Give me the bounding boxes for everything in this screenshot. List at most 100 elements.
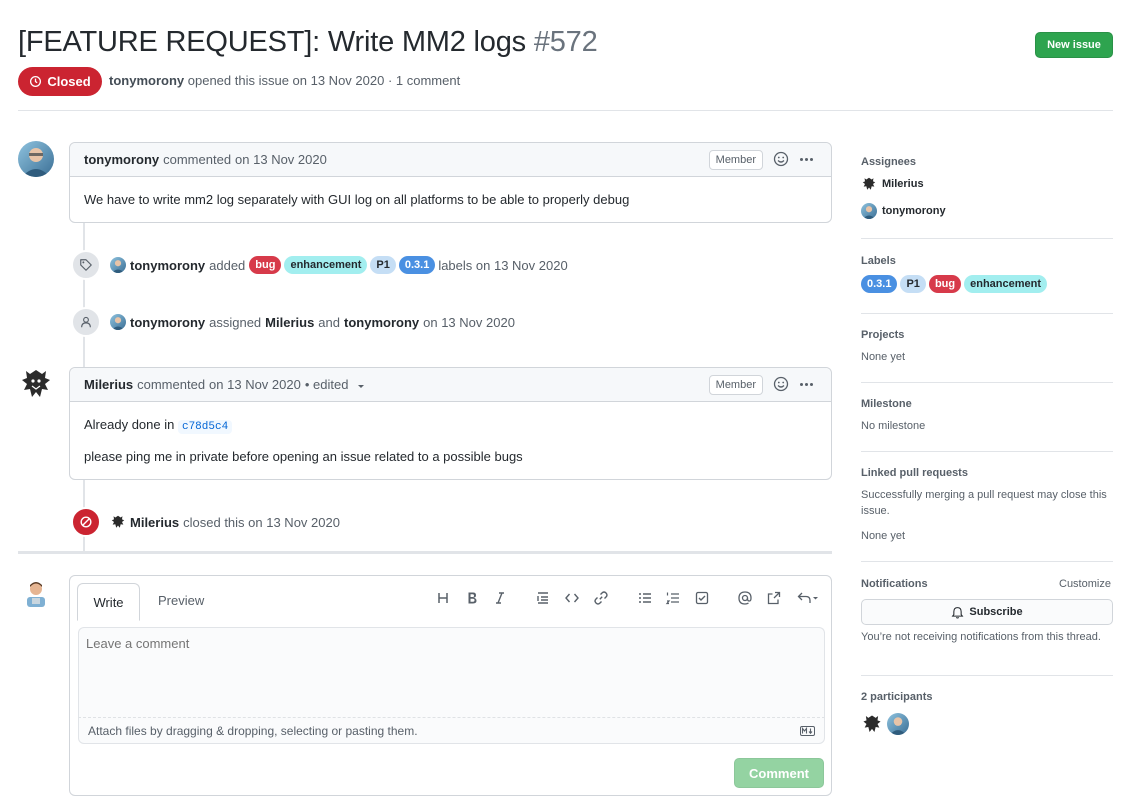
sidebar-milestone: Milestone No milestone — [861, 398, 1113, 434]
quote-icon[interactable] — [534, 589, 552, 607]
event-and: and — [318, 314, 340, 330]
assignee-item[interactable]: tonymorony — [861, 203, 1113, 219]
comment-header: Milerius commented on 13 Nov 2020 • edit… — [70, 368, 831, 402]
comment-date[interactable]: on 13 Nov 2020 — [235, 152, 327, 167]
closed-event-icon — [71, 507, 101, 537]
bold-icon[interactable] — [463, 589, 481, 607]
comment-editor: Write Preview Attach files by dragging &… — [69, 575, 832, 796]
participant-avatar-tonymorony[interactable] — [887, 713, 909, 735]
comment-author[interactable]: tonymorony — [84, 152, 159, 167]
avatar-milerius[interactable] — [18, 366, 54, 402]
attach-files-area[interactable]: Attach files by dragging & dropping, sel… — [78, 717, 825, 744]
label-bug[interactable]: bug — [249, 256, 282, 274]
comment-action: commented — [163, 152, 232, 167]
labels-heading[interactable]: Labels — [861, 255, 1113, 267]
bell-icon — [951, 606, 964, 619]
comment-text: We have to write mm2 log separately with… — [84, 192, 630, 207]
close-event: Milerius closed this on 13 Nov 2020 — [71, 507, 340, 537]
avatar-milerius-small — [861, 176, 877, 192]
label-enhancement[interactable]: enhancement — [284, 256, 368, 274]
link-icon[interactable] — [592, 589, 610, 607]
person-icon — [71, 307, 101, 337]
assignee-name: Milerius — [882, 178, 924, 190]
assign-event: tonymorony assigned Milerius and tonymor… — [71, 307, 515, 337]
projects-value: None yet — [861, 351, 906, 363]
comment-author[interactable]: Milerius — [84, 377, 133, 392]
label-0-3-1[interactable]: 0.3.1 — [861, 275, 898, 293]
tab-write[interactable]: Write — [77, 583, 140, 621]
labels-event: tonymorony added bug enhancement P1 0.3.1 l… — [71, 250, 568, 280]
cross-reference-icon[interactable] — [765, 589, 783, 607]
assigned-user-2[interactable]: tonymorony — [344, 315, 419, 330]
sidebar-divider — [861, 238, 1113, 239]
event-date[interactable]: on 13 Nov 2020 — [423, 315, 515, 330]
comment-line-2: please ping me in private before opening… — [84, 449, 523, 464]
submit-comment-button[interactable]: Comment — [734, 758, 824, 788]
projects-heading[interactable]: Projects — [861, 329, 1113, 341]
avatar-tonymorony-small[interactable] — [110, 314, 126, 330]
caret-down-icon — [358, 384, 365, 388]
label-enhancement[interactable]: enhancement — [964, 275, 1048, 293]
edited-dropdown[interactable]: • edited — [305, 377, 366, 392]
tag-icon — [71, 250, 101, 280]
event-labels: bug enhancement P1 0.3.1 — [249, 256, 438, 274]
issue-author-link[interactable]: tonymorony — [109, 73, 184, 88]
assignees-heading[interactable]: Assignees — [861, 156, 1113, 168]
sidebar-divider — [861, 313, 1113, 314]
more-options-icon[interactable] — [797, 151, 815, 167]
issue-number: #572 — [533, 26, 598, 58]
mention-icon[interactable] — [736, 589, 754, 607]
bulleted-list-icon[interactable] — [636, 589, 654, 607]
milestone-heading[interactable]: Milestone — [861, 398, 1113, 410]
avatar-tonymorony-small — [861, 203, 877, 219]
task-list-icon[interactable] — [693, 589, 711, 607]
avatar-milerius-small[interactable] — [110, 514, 126, 530]
member-badge: Member — [708, 375, 763, 395]
sidebar-divider — [861, 382, 1113, 383]
sidebar-labels: Labels 0.3.1 P1 bug enhancement — [861, 255, 1113, 293]
issue-state-badge: Closed — [18, 67, 102, 96]
event-suffix: labels on 13 Nov 2020 — [438, 257, 568, 273]
numbered-list-icon[interactable] — [664, 589, 682, 607]
commit-link[interactable]: c78d5c4 — [177, 420, 233, 434]
comment-header: tonymorony commented on 13 Nov 2020 Memb… — [70, 143, 831, 177]
italic-icon[interactable] — [491, 589, 509, 607]
label-0-3-1[interactable]: 0.3.1 — [398, 256, 436, 274]
reply-icon[interactable] — [795, 589, 821, 607]
comment-textarea[interactable] — [78, 627, 825, 717]
linked-prs-heading[interactable]: Linked pull requests — [861, 467, 1113, 479]
avatar-tonymorony-small[interactable] — [110, 257, 126, 273]
more-options-icon[interactable] — [797, 376, 815, 392]
label-p1[interactable]: P1 — [370, 256, 396, 274]
closed-issue-icon — [30, 75, 42, 88]
assignee-item[interactable]: Milerius — [861, 176, 1113, 192]
code-icon[interactable] — [563, 589, 581, 607]
edited-label: • edited — [304, 377, 349, 392]
add-reaction-icon[interactable] — [773, 151, 789, 167]
add-reaction-icon[interactable] — [773, 376, 789, 392]
sidebar-divider — [861, 561, 1113, 562]
avatar-tonymorony[interactable] — [18, 141, 54, 177]
heading-icon[interactable] — [434, 589, 452, 607]
comment-date[interactable]: on 13 Nov 2020 — [209, 377, 301, 392]
event-text: closed this on 13 Nov 2020 — [183, 514, 340, 530]
sidebar-divider — [861, 451, 1113, 452]
header-divider — [18, 110, 1113, 111]
label-p1[interactable]: P1 — [900, 275, 926, 293]
comment-body: Already done in c78d5c4 please ping me i… — [70, 402, 831, 479]
subscribe-button[interactable]: Subscribe — [861, 599, 1113, 625]
markdown-icon[interactable] — [800, 726, 815, 736]
event-actor[interactable]: tonymorony — [130, 315, 205, 330]
event-verb: added — [209, 257, 246, 273]
assigned-user-1[interactable]: Milerius — [265, 315, 314, 330]
customize-link[interactable]: Customize — [1059, 578, 1111, 590]
event-actor[interactable]: tonymorony — [130, 258, 205, 273]
comment-line-1-text: Already done in — [84, 417, 175, 432]
event-verb: assigned — [209, 314, 262, 330]
comment-tonymorony: tonymorony commented on 13 Nov 2020 Memb… — [69, 142, 832, 223]
event-actor[interactable]: Milerius — [130, 515, 179, 530]
participant-avatar-milerius[interactable] — [861, 713, 883, 735]
new-issue-button[interactable]: New issue — [1035, 32, 1113, 58]
linked-prs-value: None yet — [861, 530, 906, 542]
label-bug[interactable]: bug — [928, 275, 962, 293]
